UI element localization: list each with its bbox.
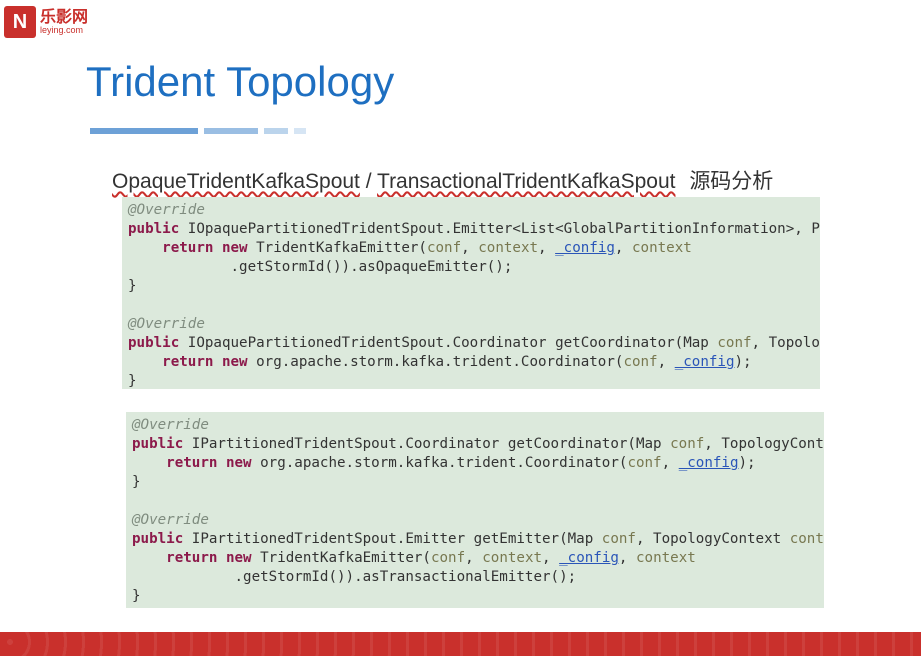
- code-text: , TopologyContext: [752, 335, 820, 351]
- code-keyword: return: [162, 354, 213, 370]
- code-keyword: public: [128, 335, 179, 351]
- logo: N 乐影网 leying.com: [4, 6, 88, 38]
- code-param: conf: [427, 240, 461, 256]
- code-param: conf: [627, 455, 661, 471]
- code-text: IOpaquePartitionedTridentSpout.Emitter<L…: [179, 221, 820, 237]
- code-text: org.apache.storm.kafka.trident.Coordinat…: [252, 455, 628, 471]
- code-block-1: @Override public IOpaquePartitionedTride…: [122, 197, 820, 389]
- underline-seg: [90, 128, 198, 134]
- code-text: TridentKafkaEmitter(: [248, 240, 427, 256]
- code-text: ,: [619, 550, 636, 566]
- code-text: .getStormId()).asOpaqueEmitter();: [128, 259, 512, 275]
- code-text: );: [735, 354, 752, 370]
- code-text: ,: [615, 240, 632, 256]
- code-keyword: public: [132, 531, 183, 547]
- code-keyword: new: [222, 354, 248, 370]
- code-text: }: [128, 278, 137, 294]
- footer-bar: [0, 632, 921, 656]
- subtitle-link2: TransactionalTridentKafkaSpout: [377, 170, 675, 193]
- code-text: , TopologyContext: [636, 531, 790, 547]
- code-annotation: @Override: [132, 512, 209, 528]
- code-block-2: @Override public IPartitionedTridentSpou…: [126, 404, 824, 608]
- code-param: conf: [670, 436, 704, 452]
- code-text: ,: [461, 240, 478, 256]
- logo-text: 乐影网 leying.com: [40, 10, 88, 35]
- code-text: IPartitionedTridentSpout.Coordinator get…: [183, 436, 670, 452]
- code-text: );: [739, 455, 756, 471]
- code-param: conf: [717, 335, 751, 351]
- logo-icon: N: [4, 6, 36, 38]
- code-param: conf: [623, 354, 657, 370]
- code-text: ,: [658, 354, 675, 370]
- code-keyword: public: [128, 221, 179, 237]
- subtitle-sep: /: [360, 170, 377, 193]
- title-underline: [90, 128, 306, 134]
- code-text: IOpaquePartitionedTridentSpout.Coordinat…: [179, 335, 717, 351]
- code-text: , TopologyContext: [704, 436, 824, 452]
- subtitle-tail: 源码分析: [689, 170, 773, 193]
- code-text: org.apache.storm.kafka.trident.Coordinat…: [248, 354, 624, 370]
- code-keyword: new: [226, 455, 252, 471]
- code-param: conf: [431, 550, 465, 566]
- code-text: IPartitionedTridentSpout.Emitter getEmit…: [183, 531, 602, 547]
- code-field: _config: [559, 550, 619, 566]
- code-text: ,: [662, 455, 679, 471]
- code-keyword: return: [162, 240, 213, 256]
- logo-cn: 乐影网: [40, 10, 88, 26]
- code-text: }: [132, 474, 141, 490]
- underline-seg: [204, 128, 258, 134]
- slide-title: Trident Topology: [86, 58, 394, 106]
- code-field: _config: [675, 354, 735, 370]
- code-keyword: new: [226, 550, 252, 566]
- code-annotation: @Override: [128, 316, 205, 332]
- code-param: context: [790, 531, 824, 547]
- code-param: context: [636, 550, 696, 566]
- code-keyword: return: [166, 550, 217, 566]
- code-param: context: [632, 240, 692, 256]
- code-text: ,: [465, 550, 482, 566]
- underline-seg: [294, 128, 306, 134]
- subtitle-link1: OpaqueTridentKafkaSpout: [112, 170, 360, 193]
- code-param: context: [478, 240, 538, 256]
- code-annotation: @Override: [132, 417, 209, 433]
- underline-seg: [264, 128, 288, 134]
- code-keyword: new: [222, 240, 248, 256]
- code-text: .getStormId()).asTransactionalEmitter();: [132, 569, 576, 585]
- subtitle: OpaqueTridentKafkaSpout / TransactionalT…: [112, 165, 773, 195]
- code-param: context: [482, 550, 542, 566]
- code-text: }: [132, 588, 141, 604]
- code-text: ,: [538, 240, 555, 256]
- code-field: _config: [555, 240, 615, 256]
- code-param: conf: [602, 531, 636, 547]
- code-text: TridentKafkaEmitter(: [252, 550, 431, 566]
- code-field: _config: [679, 455, 739, 471]
- logo-en: leying.com: [40, 26, 88, 35]
- code-keyword: public: [132, 436, 183, 452]
- code-text: }: [128, 373, 137, 389]
- code-keyword: return: [166, 455, 217, 471]
- code-annotation: @Override: [128, 202, 205, 218]
- code-text: ,: [542, 550, 559, 566]
